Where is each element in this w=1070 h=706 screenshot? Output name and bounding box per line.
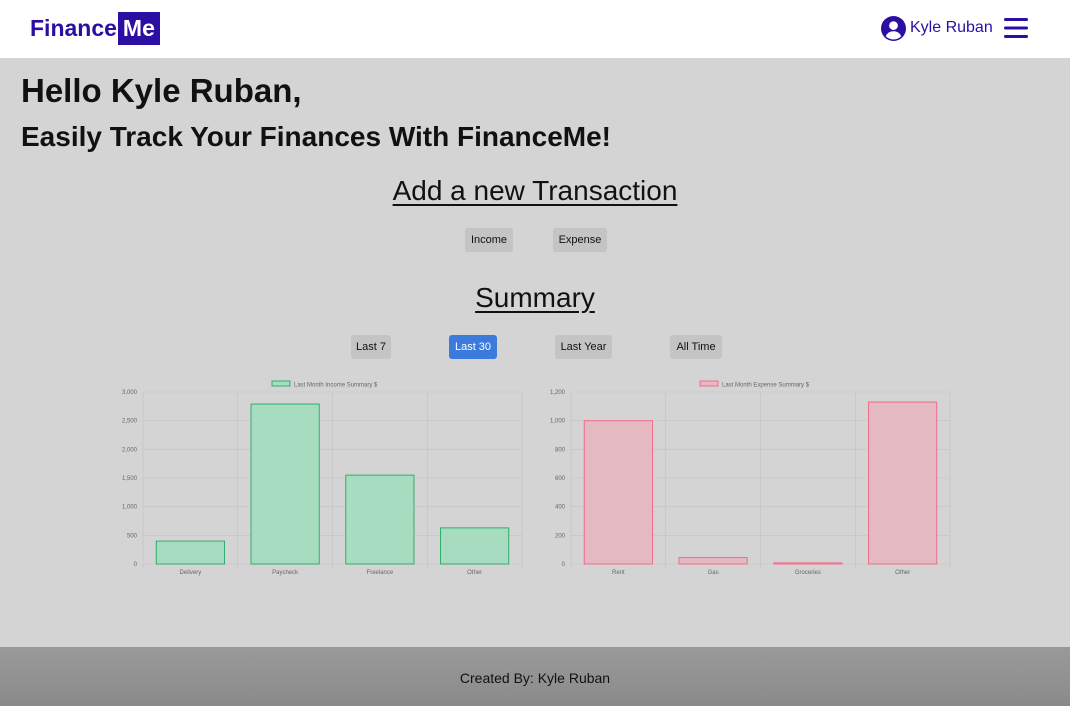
filter-last-7-button[interactable]: Last 7 <box>351 335 391 359</box>
income-ytick-label: 1,000 <box>122 505 138 511</box>
expense-ytick-label: 200 <box>555 533 566 539</box>
income-bar <box>155 540 225 565</box>
expense-bar <box>773 562 843 565</box>
income-ytick-label: 2,500 <box>122 419 138 425</box>
expense-xtick-label: Groceries <box>795 570 821 576</box>
expense-chart: Last Month Expense Summary $ 0 200 400 600 80… <box>538 376 958 586</box>
hamburger-menu-icon <box>1004 18 1028 38</box>
income-xtick-label: Freelance <box>367 570 394 576</box>
footer: Created By: Kyle Ruban <box>0 647 1070 706</box>
income-xtick-label: Other <box>467 570 482 576</box>
income-button[interactable]: Income <box>465 228 513 252</box>
user-name: Kyle Ruban <box>910 19 993 36</box>
income-ytick-label: 1,500 <box>122 476 138 482</box>
expense-legend: Last Month Expense Summary $ <box>699 380 810 389</box>
expense-ytick-label: 400 <box>555 505 566 511</box>
income-ytick-label: 3,000 <box>122 390 138 396</box>
income-chart: Last Month Income Summary $ 0 500 1,000 1,50… <box>110 376 530 586</box>
expense-bar <box>678 557 748 565</box>
filter-last-30-button[interactable]: Last 30 <box>449 335 497 359</box>
expense-ytick-label: 800 <box>555 447 566 453</box>
expense-chart-svg: Last Month Expense Summary $ 0 200 400 600 80… <box>550 380 951 576</box>
income-legend-label: Last Month Income Summary $ <box>294 383 378 389</box>
greeting-heading: Hello Kyle Ruban, <box>21 72 302 109</box>
income-xtick-label: Paycheck <box>272 570 299 576</box>
expense-ytick-label: 1,200 <box>550 390 566 396</box>
navbar: Finance Me Kyle Ruban <box>0 0 1070 58</box>
summary-title: Summary <box>0 282 1070 314</box>
income-bar <box>345 474 415 565</box>
expense-xtick-label: Gas <box>708 570 719 576</box>
user-profile-link[interactable]: Kyle Ruban <box>881 15 993 41</box>
summary-title-text: Summary <box>475 282 595 313</box>
filter-last-year-button[interactable]: Last Year <box>555 335 612 359</box>
income-bar <box>440 527 510 565</box>
income-ytick-label: 2,000 <box>122 447 138 453</box>
add-transaction-title-text: Add a new Transaction <box>392 175 678 206</box>
income-chart-svg: Last Month Income Summary $ 0 500 1,000 1,50… <box>122 380 523 576</box>
expense-xtick-label: Rent <box>612 570 625 576</box>
brand-text-finance: Finance <box>30 15 117 41</box>
brand-text-me: Me <box>117 12 160 45</box>
expense-xtick-label: Other <box>895 570 910 576</box>
income-legend-swatch <box>271 380 291 387</box>
greeting-tagline: Easily Track Your Finances With FinanceM… <box>21 121 612 152</box>
expense-ytick-label: 600 <box>555 476 566 482</box>
income-ytick-label: 0 <box>134 562 138 568</box>
menu-button[interactable] <box>1004 17 1028 39</box>
brand-logo[interactable]: Finance Me <box>30 12 160 45</box>
expense-ytick-label: 0 <box>562 562 566 568</box>
expense-ytick-label: 1,000 <box>550 419 566 425</box>
income-bar <box>250 403 320 565</box>
user-circle-icon <box>881 15 906 41</box>
income-ytick-label: 500 <box>127 533 138 539</box>
filter-all-time-button[interactable]: All Time <box>670 335 722 359</box>
expense-button[interactable]: Expense <box>553 228 607 252</box>
footer-credit: Created By: Kyle Ruban <box>459 670 611 686</box>
expense-bar <box>868 401 938 565</box>
expense-legend-swatch <box>699 380 719 387</box>
expense-legend-label: Last Month Expense Summary $ <box>722 383 810 389</box>
expense-bar <box>583 420 653 565</box>
add-transaction-title: Add a new Transaction <box>0 175 1070 207</box>
income-xtick-label: Delivery <box>180 570 202 576</box>
income-legend: Last Month Income Summary $ <box>271 380 378 389</box>
